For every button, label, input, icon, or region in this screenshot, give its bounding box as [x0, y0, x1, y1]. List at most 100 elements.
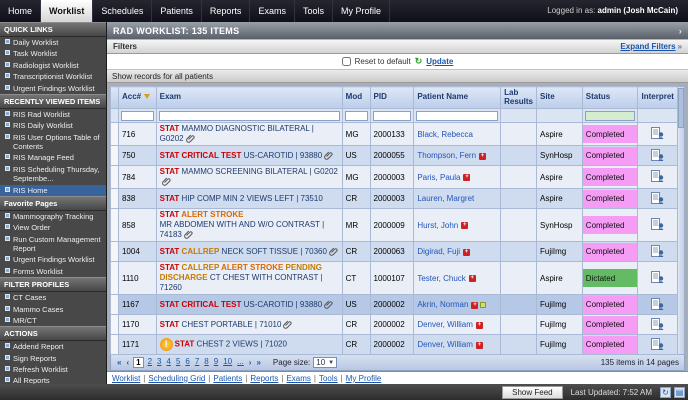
page-number-5[interactable]: 5 [175, 357, 181, 368]
row-selector-cell[interactable] [111, 123, 119, 146]
row-selector-cell[interactable] [111, 146, 119, 166]
patient-name-link[interactable]: Hurst, John [417, 221, 458, 230]
sidebar-item-radiologist-worklist[interactable]: Radiologist Worklist [0, 60, 106, 71]
patient-name-link[interactable]: Denver, William [417, 320, 473, 329]
nav-my-profile[interactable]: My Profile [333, 0, 390, 22]
table-row[interactable]: 750STAT CRITICAL TEST US-CAROTID | 93880… [111, 146, 678, 166]
sidebar-item-mammography-tracking[interactable]: Mammography Tracking [0, 211, 106, 222]
page-number-6[interactable]: 6 [184, 357, 190, 368]
column-header-acc-[interactable]: Acc# [118, 87, 156, 109]
sidebar-item-mr-ct[interactable]: MR/CT [0, 315, 106, 326]
page-size-select[interactable]: 10 ▼ [313, 357, 337, 368]
sidebar-item-task-worklist[interactable]: Task Worklist [0, 48, 106, 59]
patient-alert-icon[interactable]: + [463, 174, 470, 181]
footer-link-reports[interactable]: Reports [250, 374, 278, 383]
interpret-report-icon[interactable] [651, 127, 664, 139]
sort-filter-icon[interactable] [144, 94, 150, 99]
patient-name-link[interactable]: Digirad, Fuji [417, 247, 460, 256]
footer-link-exams[interactable]: Exams [286, 374, 310, 383]
interpret-report-icon[interactable] [651, 218, 664, 230]
nav-exams[interactable]: Exams [250, 0, 295, 22]
sidebar-item-transcriptionist-worklist[interactable]: Transcriptionist Worklist [0, 71, 106, 82]
table-row[interactable]: 716STAT MAMMO DIAGNOSTIC BILATERAL | G02… [111, 123, 678, 146]
sidebar-item-urgent-findings-worklist[interactable]: Urgent Findings Worklist [0, 83, 106, 94]
sidebar-item-sign-reports[interactable]: Sign Reports [0, 353, 106, 364]
last-page-button[interactable]: » [255, 358, 261, 367]
prev-page-button[interactable]: ‹ [125, 358, 130, 367]
row-selector-cell[interactable] [111, 242, 119, 262]
nav-schedules[interactable]: Schedules [93, 0, 152, 22]
sidebar-item-mammo-cases[interactable]: Mammo Cases [0, 304, 106, 315]
table-row[interactable]: 858STAT ALERT STROKEMR ABDOMEN WITH AND … [111, 209, 678, 242]
expand-chevron-icon[interactable]: » [678, 42, 682, 51]
page-number-8[interactable]: 8 [203, 357, 209, 368]
nav-tools[interactable]: Tools [295, 0, 333, 22]
interpret-report-icon[interactable] [651, 192, 664, 204]
interpret-report-icon[interactable] [651, 338, 664, 350]
patient-alert-icon[interactable]: + [461, 222, 468, 229]
paperclip-icon[interactable] [324, 151, 333, 161]
row-selector-cell[interactable] [111, 295, 119, 315]
table-row[interactable]: 784STAT MAMMO SCREENING BILATERAL | G020… [111, 166, 678, 189]
table-row[interactable]: 1170STAT CHEST PORTABLE | 71010CR2000002… [111, 315, 678, 335]
sidebar-item-ct-cases[interactable]: CT Cases [0, 292, 106, 303]
paperclip-icon[interactable] [283, 320, 292, 330]
interpret-report-icon[interactable] [651, 170, 664, 182]
update-link[interactable]: Update [426, 57, 453, 66]
column-header-pid[interactable]: PID [370, 87, 414, 109]
patient-name-link[interactable]: Thompson, Fern [417, 151, 476, 160]
row-selector-cell[interactable] [111, 335, 119, 355]
critical-alert-icon[interactable]: ! [160, 338, 173, 351]
patient-note-icon[interactable] [480, 302, 486, 308]
sidebar-item-daily-worklist[interactable]: Daily Worklist [0, 37, 106, 48]
column-filter-input[interactable] [345, 111, 368, 121]
column-header-interpret[interactable]: Interpret [638, 87, 678, 109]
sidebar-item-run-custom-management-report[interactable]: Run Custom Management Report [0, 234, 106, 255]
interpret-report-icon[interactable] [651, 271, 664, 283]
paperclip-icon[interactable] [324, 300, 333, 310]
sidebar-item-urgent-findings-worklist[interactable]: Urgent Findings Worklist [0, 254, 106, 265]
patient-alert-icon[interactable]: + [476, 322, 483, 329]
column-header-lab-results[interactable]: Lab Results [501, 87, 537, 109]
row-selector-cell[interactable] [111, 189, 119, 209]
page-number-dotdotdot[interactable]: ... [236, 357, 245, 368]
patient-alert-icon[interactable]: + [469, 275, 476, 282]
sidebar-item-ris-scheduling-thursday-septembe-[interactable]: RIS Scheduling Thursday, Septembe... [0, 164, 106, 185]
paperclip-icon[interactable] [329, 247, 338, 257]
nav-home[interactable]: Home [0, 0, 41, 22]
patient-alert-icon[interactable]: + [471, 302, 478, 309]
feed-doc-icon[interactable]: ▤ [674, 387, 685, 398]
interpret-report-icon[interactable] [651, 245, 664, 257]
sidebar-item-ris-home[interactable]: RIS Home [0, 185, 106, 196]
table-row[interactable]: 1171!STAT CHEST 2 VIEWS | 71020CR2000002… [111, 335, 678, 355]
row-selector-cell[interactable] [111, 315, 119, 335]
sidebar-item-ris-manage-feed[interactable]: RIS Manage Feed [0, 152, 106, 163]
page-number-9[interactable]: 9 [213, 357, 219, 368]
patient-alert-icon[interactable]: + [476, 342, 483, 349]
expand-filters-link[interactable]: Expand Filters [620, 42, 675, 51]
table-row[interactable]: 838STAT HIP COMP MIN 2 VIEWS LEFT | 7351… [111, 189, 678, 209]
patient-name-link[interactable]: Denver, William [417, 340, 473, 349]
column-header-mod[interactable]: Mod [342, 87, 370, 109]
page-number-3[interactable]: 3 [156, 357, 162, 368]
page-number-4[interactable]: 4 [165, 357, 171, 368]
patient-name-link[interactable]: Black, Rebecca [417, 130, 473, 139]
next-page-button[interactable]: › [248, 358, 253, 367]
row-selector-cell[interactable] [111, 166, 119, 189]
sidebar-item-refresh-worklist[interactable]: Refresh Worklist [0, 364, 106, 375]
sidebar-item-ris-rad-worklist[interactable]: RIS Rad Worklist [0, 109, 106, 120]
patient-name-link[interactable]: Tester, Chuck [417, 274, 465, 283]
paperclip-icon[interactable] [184, 230, 193, 240]
footer-link-scheduling-grid[interactable]: Scheduling Grid [148, 374, 205, 383]
paperclip-icon[interactable] [162, 177, 171, 187]
column-header-status[interactable]: Status [582, 87, 638, 109]
column-header-patient-name[interactable]: Patient Name [414, 87, 501, 109]
page-number-2[interactable]: 2 [147, 357, 153, 368]
nav-reports[interactable]: Reports [202, 0, 251, 22]
reset-default-checkbox[interactable] [342, 57, 351, 66]
table-scrollbar[interactable] [678, 86, 685, 355]
interpret-report-icon[interactable] [651, 318, 664, 330]
column-filter-input[interactable] [159, 111, 340, 121]
sidebar-item-ris-daily-worklist[interactable]: RIS Daily Worklist [0, 120, 106, 131]
sidebar-item-forms-worklist[interactable]: Forms Worklist [0, 266, 106, 277]
